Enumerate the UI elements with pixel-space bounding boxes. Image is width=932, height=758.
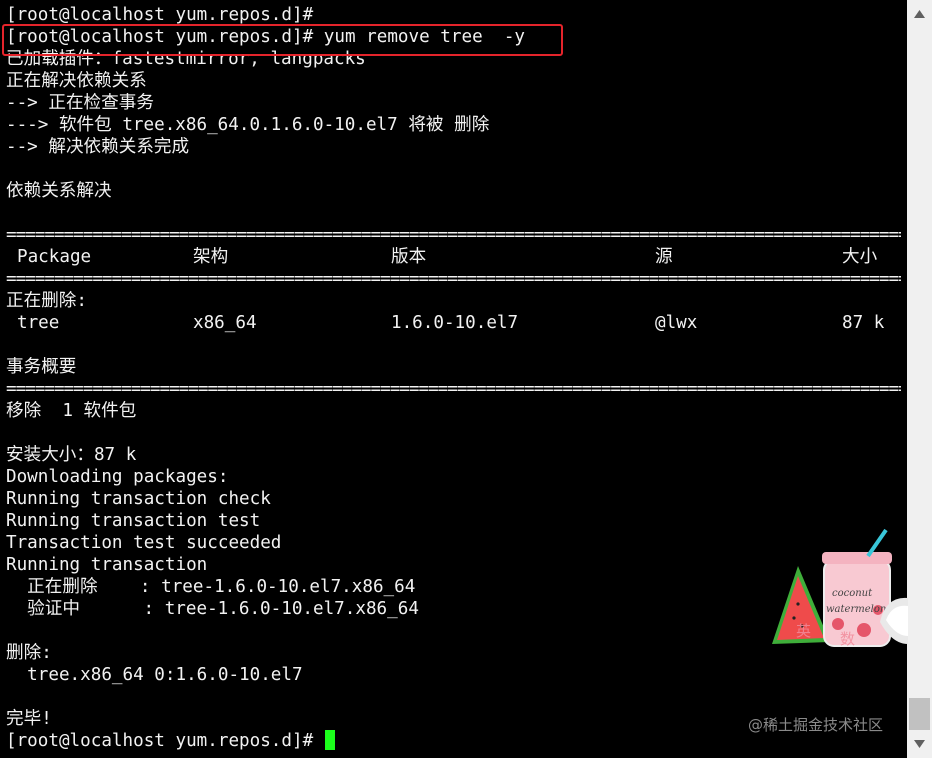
cell-package: tree [17, 313, 60, 333]
scroll-down-button[interactable] [907, 734, 932, 754]
terminal-line: Running transaction [6, 555, 208, 575]
sticker-text-top: coconut [832, 588, 873, 599]
header-package: Package [17, 247, 92, 267]
table-row: tree x86_64 1.6.0-10.el7 @lwx 87 k [6, 312, 901, 334]
terminal-line: Running transaction check [6, 489, 271, 509]
terminal-line: --> 解决依赖关系完成 [6, 137, 190, 157]
table-separator: ========================================… [6, 225, 901, 245]
table-separator: ========================================… [6, 379, 901, 399]
terminal-output: [root@localhost yum.repos.d]# [root@loca… [6, 4, 901, 752]
sticker-badge-2: 数 [840, 630, 855, 648]
terminal-line: --> 正在检查事务 [6, 93, 154, 113]
terminal-line: 删除: [6, 643, 52, 663]
removing-label: 正在删除: [6, 291, 87, 311]
sticker-text-bottom: watermelon [826, 604, 886, 615]
terminal-line: 移除 1 软件包 [6, 401, 137, 421]
cell-size: 87 k [842, 313, 885, 333]
table-header: Package 架构 版本 源 大小 [6, 246, 901, 268]
terminal-line: 验证中 : tree-1.6.0-10.el7.x86_64 [6, 599, 419, 619]
summary-title: 事务概要 [6, 357, 77, 377]
command-highlight-box [2, 24, 563, 56]
sticker-badge-1: 英 [796, 622, 811, 640]
terminal-line: Downloading packages: [6, 467, 229, 487]
header-arch: 架构 [193, 247, 229, 267]
terminal-line: Running transaction test [6, 511, 261, 531]
terminal-line: 依赖关系解决 [6, 181, 112, 201]
vertical-scrollbar[interactable] [907, 0, 932, 758]
watermark: @稀土掘金技术社区 [748, 716, 884, 734]
triangle-down-icon [914, 740, 925, 748]
scroll-up-button[interactable] [907, 4, 932, 24]
scroll-thumb[interactable] [909, 698, 930, 730]
cell-arch: x86_64 [193, 313, 257, 333]
table-separator: ========================================… [6, 269, 901, 289]
cell-repo: @lwx [655, 313, 698, 333]
header-size: 大小 [842, 247, 878, 267]
terminal-line: 安装大小：87 k [6, 445, 137, 465]
cell-version: 1.6.0-10.el7 [391, 313, 519, 333]
terminal-line: ---> 软件包 tree.x86_64.0.1.6.0-10.el7 将被 删… [6, 115, 490, 135]
terminal-line: 正在删除 : tree-1.6.0-10.el7.x86_64 [6, 577, 416, 597]
terminal-line: [root@localhost yum.repos.d]# [6, 5, 314, 25]
header-version: 版本 [391, 247, 427, 267]
prompt: [root@localhost yum.repos.d]# [6, 731, 314, 751]
terminal-line: 正在解决依赖关系 [6, 71, 147, 91]
triangle-up-icon [914, 10, 925, 18]
coconut-watermelon-sticker: coconut watermelon 英 数 [772, 528, 908, 648]
cursor [324, 730, 335, 750]
header-repo: 源 [655, 247, 673, 267]
terminal-line: tree.x86_64 0:1.6.0-10.el7 [6, 665, 303, 685]
terminal-line: Transaction test succeeded [6, 533, 282, 553]
